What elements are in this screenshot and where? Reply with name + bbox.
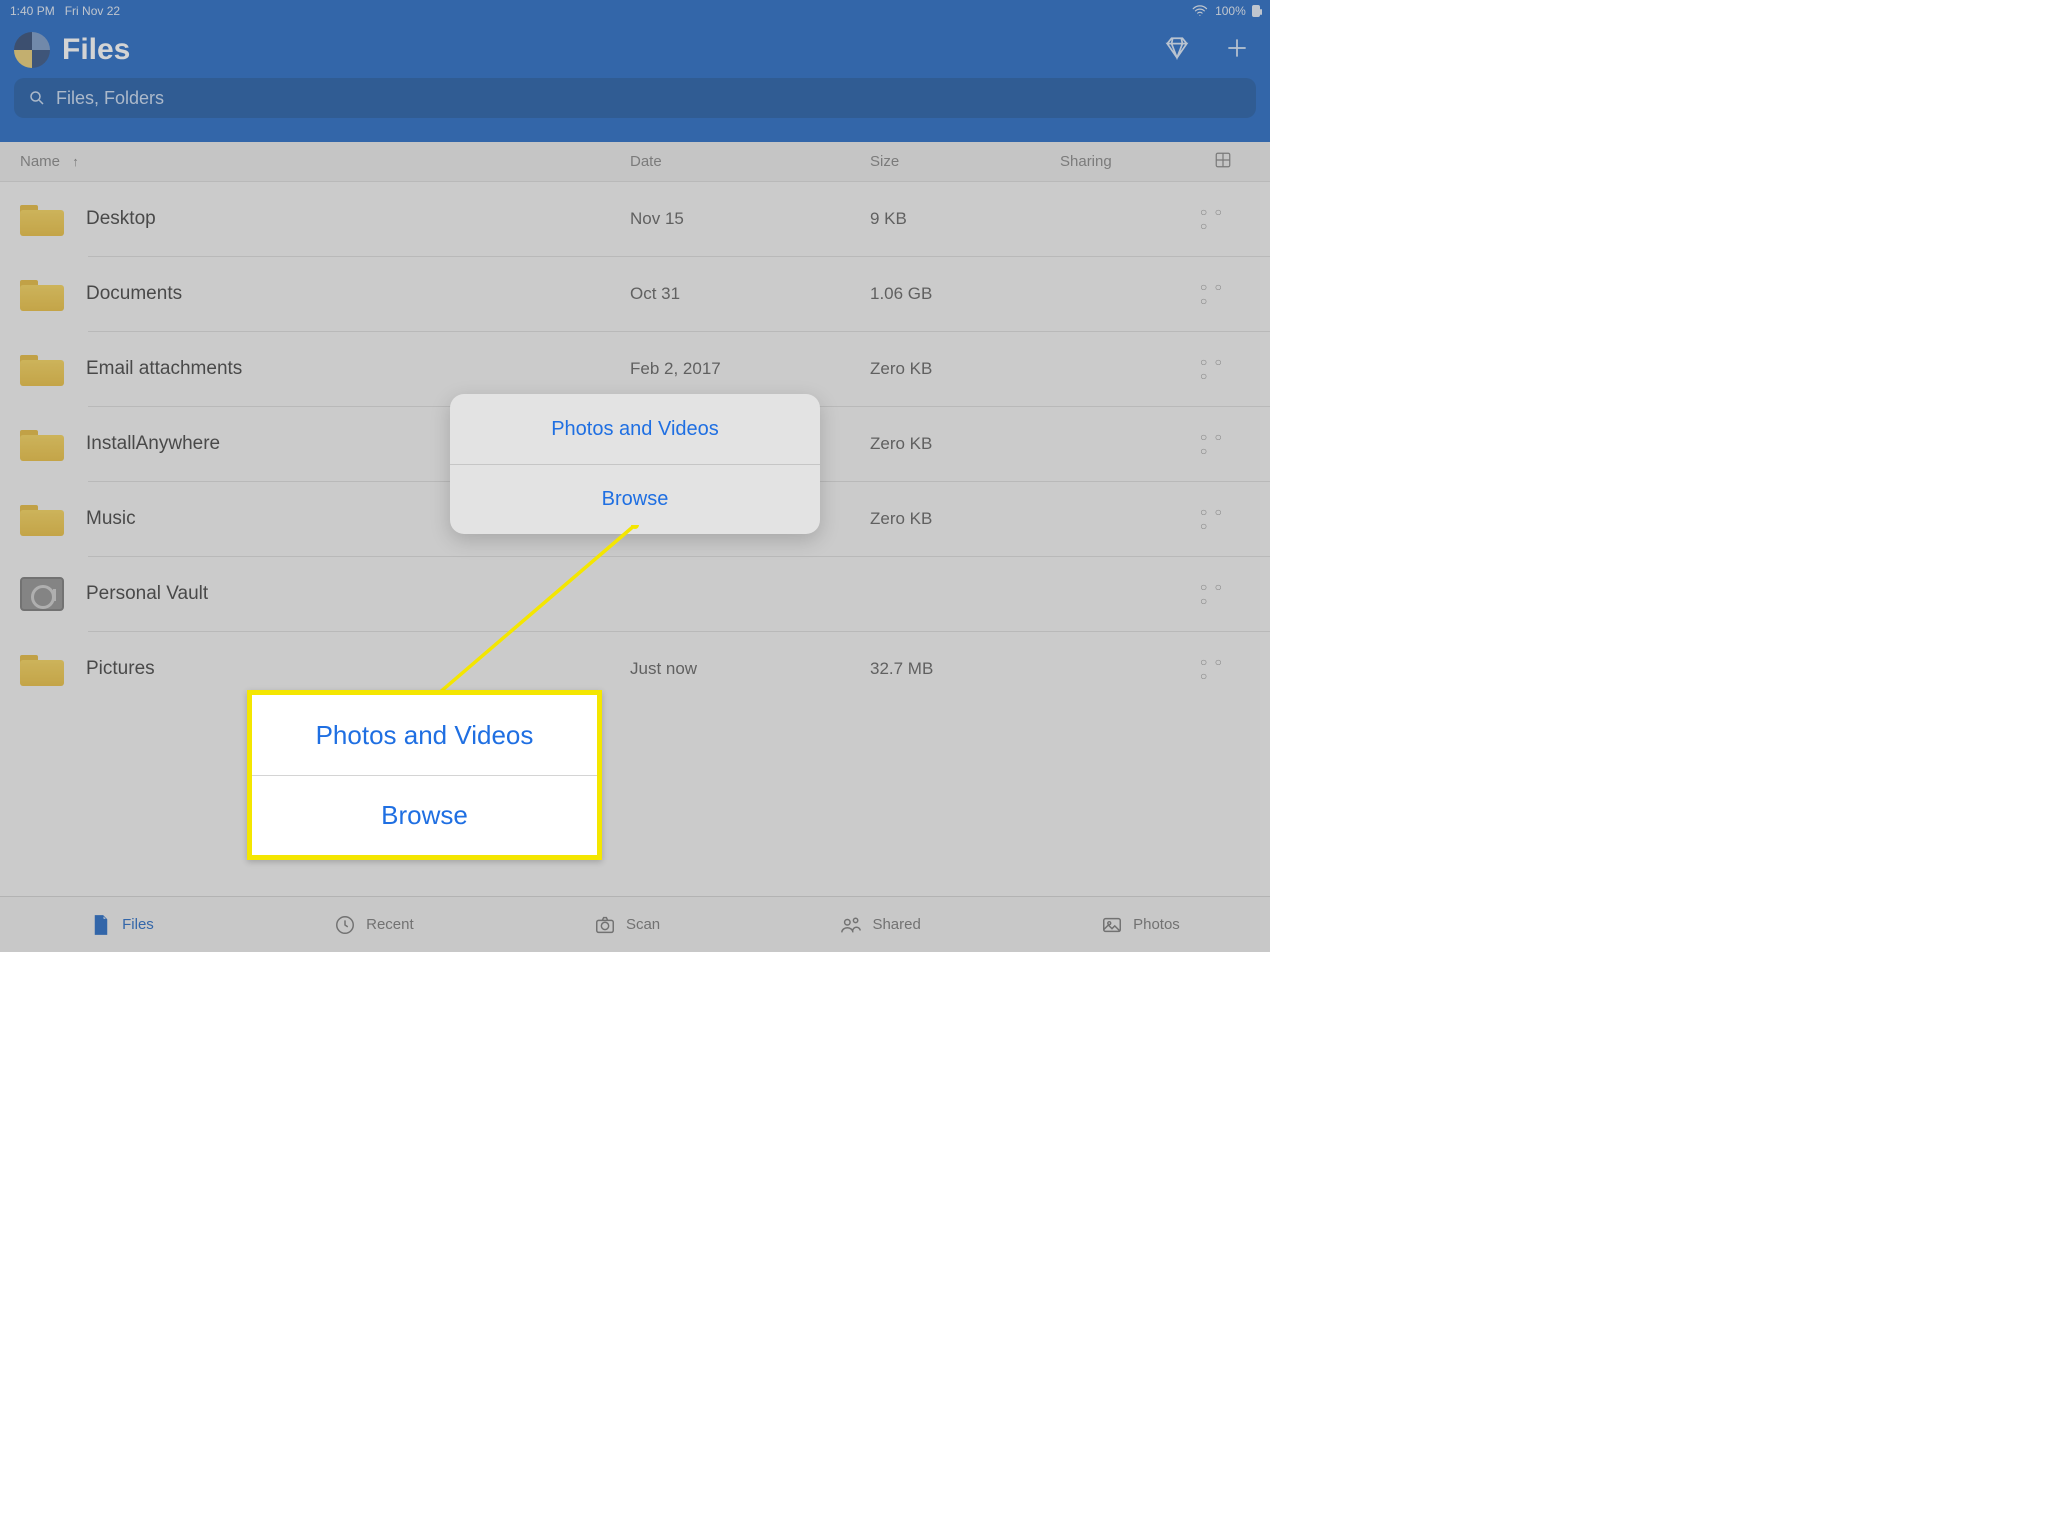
tab-bar: Files Recent Scan Shared Photos <box>0 896 1270 952</box>
row-name: Documents <box>86 283 182 305</box>
table-row[interactable]: Personal Vault ○ ○ ○ <box>0 557 1270 631</box>
camera-icon <box>594 914 616 936</box>
row-more-button[interactable]: ○ ○ ○ <box>1200 655 1232 683</box>
tab-photos-label: Photos <box>1133 916 1180 933</box>
app-root: 1:40 PM Fri Nov 22 100% Files <box>0 0 1270 952</box>
row-more-button[interactable]: ○ ○ ○ <box>1200 205 1232 233</box>
page-title: Files <box>62 33 130 67</box>
callout-browse: Browse <box>252 775 597 855</box>
tab-recent[interactable]: Recent <box>334 914 414 936</box>
folder-icon <box>20 202 64 236</box>
add-popover: Photos and Videos Browse <box>450 394 820 534</box>
column-header: Name ↑ Date Size Sharing <box>0 142 1270 182</box>
view-toggle-button[interactable] <box>1200 151 1232 173</box>
more-icon: ○ ○ ○ <box>1200 355 1232 383</box>
row-more-button[interactable]: ○ ○ ○ <box>1200 355 1232 383</box>
tab-scan[interactable]: Scan <box>594 914 660 936</box>
search-placeholder: Files, Folders <box>56 88 164 109</box>
table-row[interactable]: Pictures Just now32.7 MB ○ ○ ○ <box>0 632 1270 706</box>
battery-icon <box>1252 5 1260 17</box>
annotation-callout: Photos and Videos Browse <box>247 690 602 860</box>
row-size: Zero KB <box>870 434 1060 454</box>
status-bar: 1:40 PM Fri Nov 22 100% <box>0 0 1270 22</box>
table-row[interactable]: Desktop Nov 159 KB ○ ○ ○ <box>0 182 1270 256</box>
folder-icon <box>20 277 64 311</box>
tab-shared[interactable]: Shared <box>840 914 920 936</box>
table-row[interactable]: Documents Oct 311.06 GB ○ ○ ○ <box>0 257 1270 331</box>
file-icon <box>90 914 112 936</box>
column-name-label: Name <box>20 153 60 170</box>
callout-photos-videos: Photos and Videos <box>252 695 597 775</box>
row-size: 32.7 MB <box>870 659 1060 679</box>
row-size: 9 KB <box>870 209 1060 229</box>
title-row: Files <box>0 22 1270 78</box>
tab-scan-label: Scan <box>626 916 660 933</box>
folder-icon <box>20 352 64 386</box>
row-size: Zero KB <box>870 359 1060 379</box>
row-name: Music <box>86 508 136 530</box>
people-icon <box>840 914 862 936</box>
folder-icon <box>20 502 64 536</box>
tab-shared-label: Shared <box>872 916 920 933</box>
tab-photos[interactable]: Photos <box>1101 914 1180 936</box>
column-sharing[interactable]: Sharing <box>1060 153 1200 170</box>
row-name: Email attachments <box>86 358 242 380</box>
folder-icon <box>20 427 64 461</box>
status-date: Fri Nov 22 <box>65 4 120 18</box>
status-battery-pct: 100% <box>1215 4 1246 18</box>
row-name: Desktop <box>86 208 156 230</box>
more-icon: ○ ○ ○ <box>1200 505 1232 533</box>
header: 1:40 PM Fri Nov 22 100% Files <box>0 0 1270 142</box>
image-icon <box>1101 914 1123 936</box>
grid-view-icon <box>1214 151 1232 169</box>
clock-icon <box>334 914 356 936</box>
row-more-button[interactable]: ○ ○ ○ <box>1200 280 1232 308</box>
row-size: Zero KB <box>870 509 1060 529</box>
search-icon <box>28 89 46 107</box>
premium-button[interactable] <box>1164 35 1190 66</box>
tab-files[interactable]: Files <box>90 914 154 936</box>
more-icon: ○ ○ ○ <box>1200 655 1232 683</box>
plus-icon <box>1224 35 1250 61</box>
sort-ascending-icon: ↑ <box>72 154 79 169</box>
app-logo-icon <box>14 32 50 68</box>
folder-icon <box>20 652 64 686</box>
row-name: Pictures <box>86 658 155 680</box>
row-date: Just now <box>630 659 870 679</box>
more-icon: ○ ○ ○ <box>1200 280 1232 308</box>
column-name[interactable]: Name ↑ <box>20 153 630 170</box>
column-size[interactable]: Size <box>870 153 1060 170</box>
row-date: Nov 15 <box>630 209 870 229</box>
popover-photos-videos[interactable]: Photos and Videos <box>450 394 820 464</box>
row-name: Personal Vault <box>86 583 208 605</box>
vault-icon <box>20 577 64 611</box>
diamond-icon <box>1164 35 1190 61</box>
row-name: InstallAnywhere <box>86 433 220 455</box>
tab-recent-label: Recent <box>366 916 414 933</box>
row-date: Feb 2, 2017 <box>630 359 870 379</box>
row-more-button[interactable]: ○ ○ ○ <box>1200 505 1232 533</box>
row-more-button[interactable]: ○ ○ ○ <box>1200 430 1232 458</box>
status-time: 1:40 PM <box>10 4 55 18</box>
more-icon: ○ ○ ○ <box>1200 205 1232 233</box>
popover-browse[interactable]: Browse <box>450 464 820 534</box>
row-date: Oct 31 <box>630 284 870 304</box>
more-icon: ○ ○ ○ <box>1200 580 1232 608</box>
add-button[interactable] <box>1224 35 1250 66</box>
search-input[interactable]: Files, Folders <box>14 78 1256 118</box>
column-date[interactable]: Date <box>630 153 870 170</box>
row-more-button[interactable]: ○ ○ ○ <box>1200 580 1232 608</box>
wifi-icon <box>1191 2 1209 20</box>
row-size: 1.06 GB <box>870 284 1060 304</box>
more-icon: ○ ○ ○ <box>1200 430 1232 458</box>
tab-files-label: Files <box>122 916 154 933</box>
